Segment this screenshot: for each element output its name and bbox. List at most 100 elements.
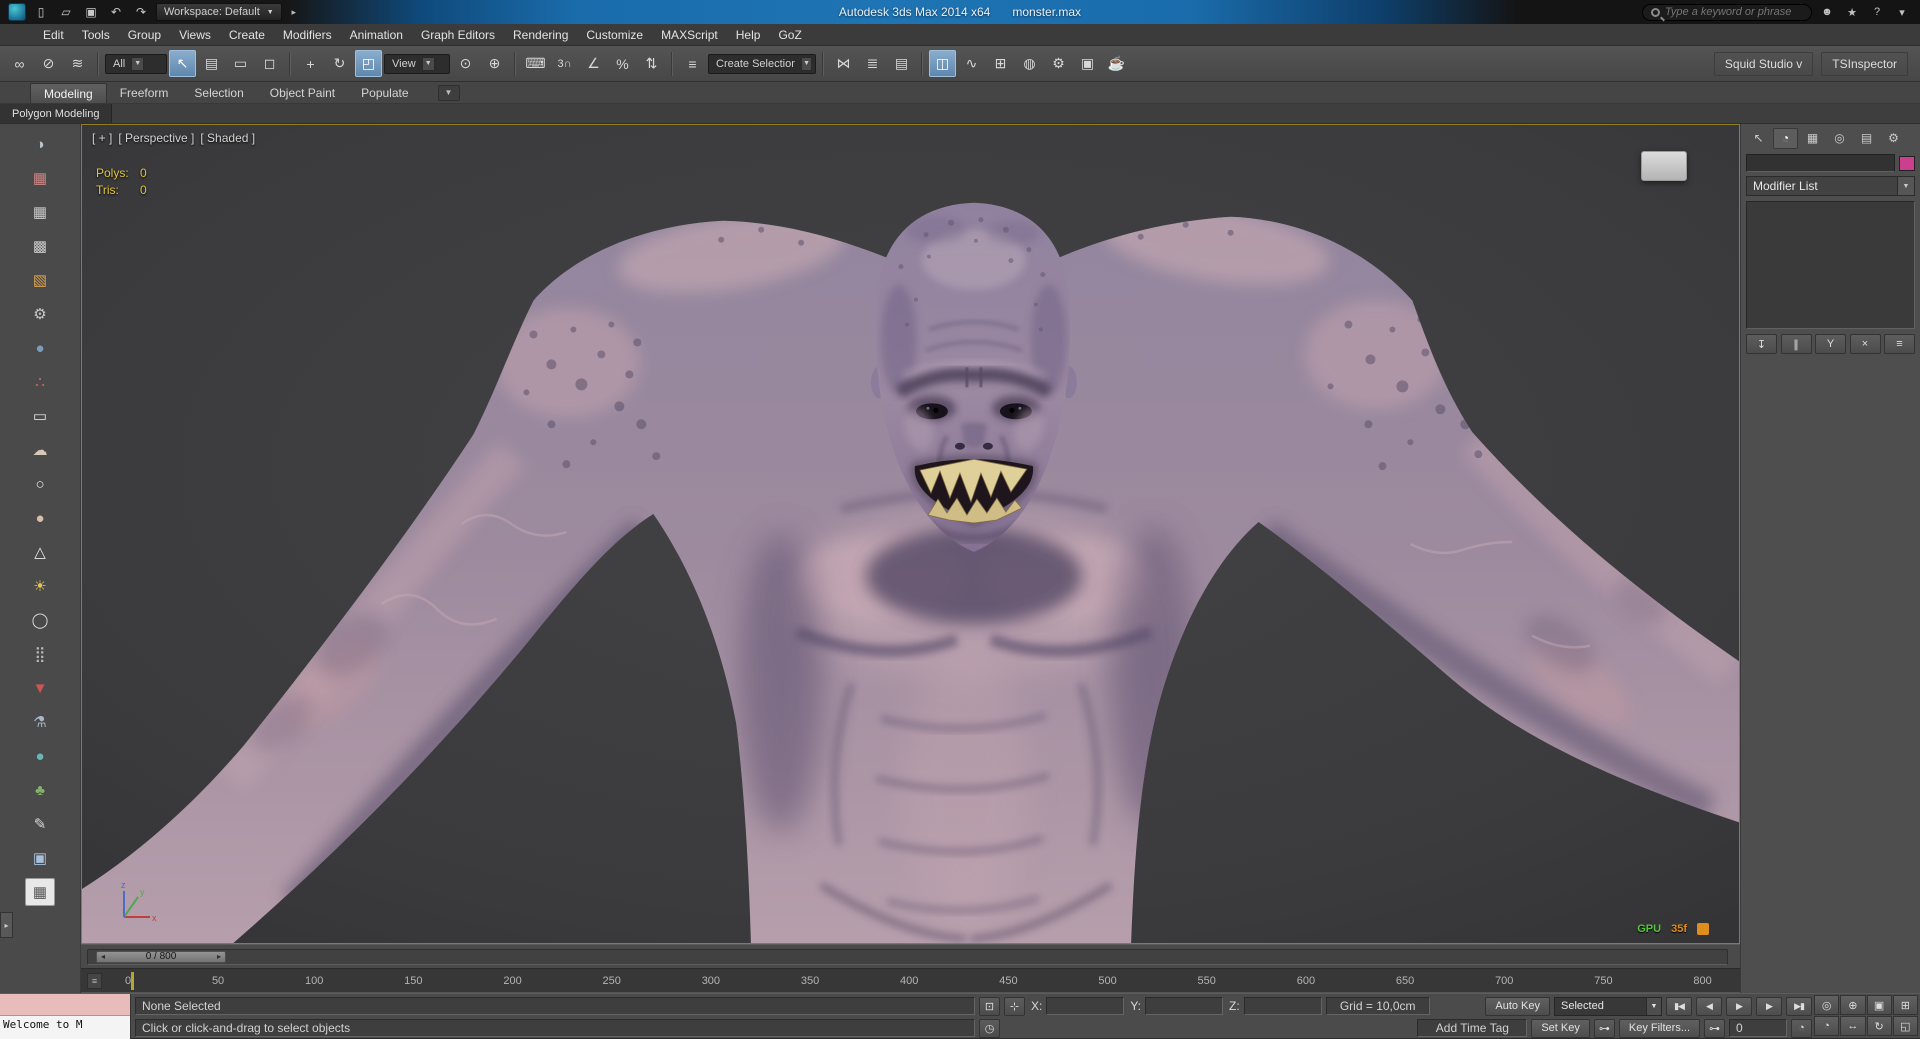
favorites-star-icon[interactable]: ★ (1842, 3, 1862, 21)
listener-macro-row[interactable] (0, 994, 130, 1016)
show-end-result-icon[interactable]: ∥ (1780, 334, 1812, 354)
configure-modifier-sets-icon[interactable]: ≡ (1884, 334, 1915, 354)
tab-object-paint[interactable]: Object Paint (257, 83, 348, 103)
previous-frame-button[interactable]: ◀ (1696, 996, 1722, 1016)
lattice-tool-icon[interactable]: ⣿ (25, 640, 55, 668)
menu-create[interactable]: Create (220, 24, 274, 46)
tab-modeling[interactable]: Modeling (30, 83, 107, 103)
zoom-extents-all-button[interactable]: ⊞ (1892, 995, 1918, 1015)
sketch-wheel-icon[interactable]: ◑ (25, 130, 55, 158)
titlebar-expand-icon[interactable]: ▸ (287, 3, 301, 21)
undo-icon[interactable]: ↶ (106, 3, 126, 21)
select-and-rotate-icon[interactable]: ↻ (326, 50, 353, 77)
curve-editor-icon[interactable]: ∿ (958, 50, 985, 77)
key-filters-button[interactable]: Key Filters... (1618, 1018, 1700, 1038)
tab-freeform[interactable]: Freeform (107, 83, 182, 103)
help-icon[interactable]: ? (1867, 3, 1887, 21)
plane-tool-icon[interactable]: ▭ (25, 402, 55, 430)
object-name-field[interactable] (1746, 154, 1895, 172)
trackbar-toggle-icon[interactable]: ≡ (87, 973, 102, 989)
play-button[interactable]: ▶ (1726, 996, 1752, 1016)
make-unique-icon[interactable]: Y (1815, 334, 1846, 354)
search-box[interactable] (1642, 3, 1812, 21)
redo-icon[interactable]: ↷ (131, 3, 151, 21)
max-logo-icon[interactable] (8, 3, 26, 21)
viewport-general-menu[interactable]: [ + ] (92, 131, 112, 145)
menu-maxscript[interactable]: MAXScript (652, 24, 727, 46)
left-toolbar-flyout-icon[interactable]: ▸ (0, 912, 13, 938)
zoom-button[interactable]: ◎ (1814, 995, 1840, 1015)
slider-right-nub-icon[interactable]: ▸ (217, 952, 221, 961)
tab-polygon-modeling[interactable]: Polygon Modeling (0, 104, 113, 123)
geosphere-tool-icon[interactable]: ◯ (25, 606, 55, 634)
unlink-selection-icon[interactable]: ⊘ (35, 50, 62, 77)
coordinate-system-dropdown[interactable]: View ▼ (384, 53, 450, 74)
time-slider-handle[interactable]: ◂ 0 / 800 ▸ (96, 950, 226, 963)
time-slider-track[interactable]: ◂ 0 / 800 ▸ (87, 948, 1728, 965)
grid-icon[interactable]: ▦ (25, 198, 55, 226)
paint-grid-icon[interactable]: ▦ (25, 164, 55, 192)
modifier-list-dropdown[interactable]: Modifier List ▼ (1746, 176, 1915, 196)
object-color-swatch[interactable] (1899, 155, 1915, 171)
save-file-icon[interactable]: ▣ (81, 3, 101, 21)
snaps-toggle-icon[interactable]: 3∩ (551, 50, 578, 77)
layer-manager-icon[interactable]: ▤ (888, 50, 915, 77)
key-mode-dropdown[interactable]: Selected ▼ (1554, 996, 1662, 1016)
menu-edit[interactable]: Edit (34, 24, 73, 46)
set-key-button[interactable]: Set Key (1531, 1018, 1590, 1038)
teal-orb-tool-icon[interactable]: ● (25, 742, 55, 770)
menu-tools[interactable]: Tools (73, 24, 119, 46)
create-tab-icon[interactable]: ↖ (1746, 128, 1771, 149)
signin-icon[interactable]: ☻ (1817, 3, 1837, 21)
select-and-move-icon[interactable]: + (297, 50, 324, 77)
angle-snap-icon[interactable]: ∠ (580, 50, 607, 77)
flask-tool-icon[interactable]: ⚗ (25, 708, 55, 736)
dots-tool-icon[interactable]: ∴ (25, 368, 55, 396)
menu-graph-editors[interactable]: Graph Editors (412, 24, 504, 46)
copy-tool-icon[interactable]: ▣ (25, 844, 55, 872)
graphite-toggle-icon[interactable]: ◫ (929, 50, 956, 77)
circle-tool-icon[interactable]: ○ (25, 470, 55, 498)
orbit-button[interactable]: ↻ (1866, 1016, 1892, 1036)
motion-tab-icon[interactable]: ◎ (1827, 128, 1852, 149)
menu-customize[interactable]: Customize (577, 24, 652, 46)
percent-snap-icon[interactable]: % (609, 50, 636, 77)
track-bar[interactable]: ≡ 0 50 100 150 200 250 300 350 400 450 5… (81, 968, 1740, 993)
menu-modifiers[interactable]: Modifiers (274, 24, 341, 46)
blob-tool-icon[interactable]: ☁ (25, 436, 55, 464)
modifier-stack[interactable] (1746, 201, 1915, 329)
utilities-tab-icon[interactable]: ⚙ (1881, 128, 1906, 149)
keyboard-override-icon[interactable]: ⌨ (522, 50, 549, 77)
current-frame-marker[interactable] (131, 972, 134, 990)
light-tool-icon[interactable]: ☀ (25, 572, 55, 600)
absolute-offset-toggle-icon[interactable]: ⊹ (1004, 996, 1025, 1016)
modify-tab-icon[interactable]: ◔ (1773, 127, 1798, 149)
add-time-tag-field[interactable]: Add Time Tag (1417, 1019, 1528, 1037)
current-frame-field[interactable]: 0 (1729, 1019, 1787, 1037)
pan-button[interactable]: ↔ (1840, 1016, 1866, 1036)
rendered-frame-icon[interactable]: ▣ (1074, 50, 1101, 77)
box-tool-icon[interactable]: ▧ (25, 266, 55, 294)
menu-rendering[interactable]: Rendering (504, 24, 577, 46)
maxscript-mini-listener[interactable]: Welcome to M (0, 994, 131, 1039)
named-selection-dropdown[interactable]: Create Selection Se ▼ (708, 53, 816, 74)
x-coordinate-field[interactable] (1046, 997, 1125, 1015)
edit-named-selections-icon[interactable]: ≡ (679, 50, 706, 77)
tab-populate[interactable]: Populate (348, 83, 421, 103)
key-mode-toggle-icon[interactable]: ⊶ (1704, 1018, 1725, 1038)
use-center-icon[interactable]: ⊙ (452, 50, 479, 77)
spinner-snap-icon[interactable]: ⇅ (638, 50, 665, 77)
infocenter-chevron-icon[interactable]: ▾ (1892, 3, 1912, 21)
schematic-view-icon[interactable]: ⊞ (987, 50, 1014, 77)
menu-animation[interactable]: Animation (341, 24, 412, 46)
render-setup-icon[interactable]: ⚙ (1045, 50, 1072, 77)
tsinspector-button[interactable]: TSInspector (1821, 51, 1908, 76)
squid-studio-button[interactable]: Squid Studio v (1713, 51, 1814, 76)
open-file-icon[interactable]: ▱ (56, 3, 76, 21)
next-frame-button[interactable]: ▶ (1756, 996, 1782, 1016)
selection-lock-icon[interactable]: ⊡ (979, 996, 1000, 1016)
cone-tool-icon[interactable]: △ (25, 538, 55, 566)
ribbon-minimize-icon[interactable]: ▼ (437, 84, 460, 101)
align-icon[interactable]: ≣ (859, 50, 886, 77)
pin-tool-icon[interactable]: ▼ (25, 674, 55, 702)
